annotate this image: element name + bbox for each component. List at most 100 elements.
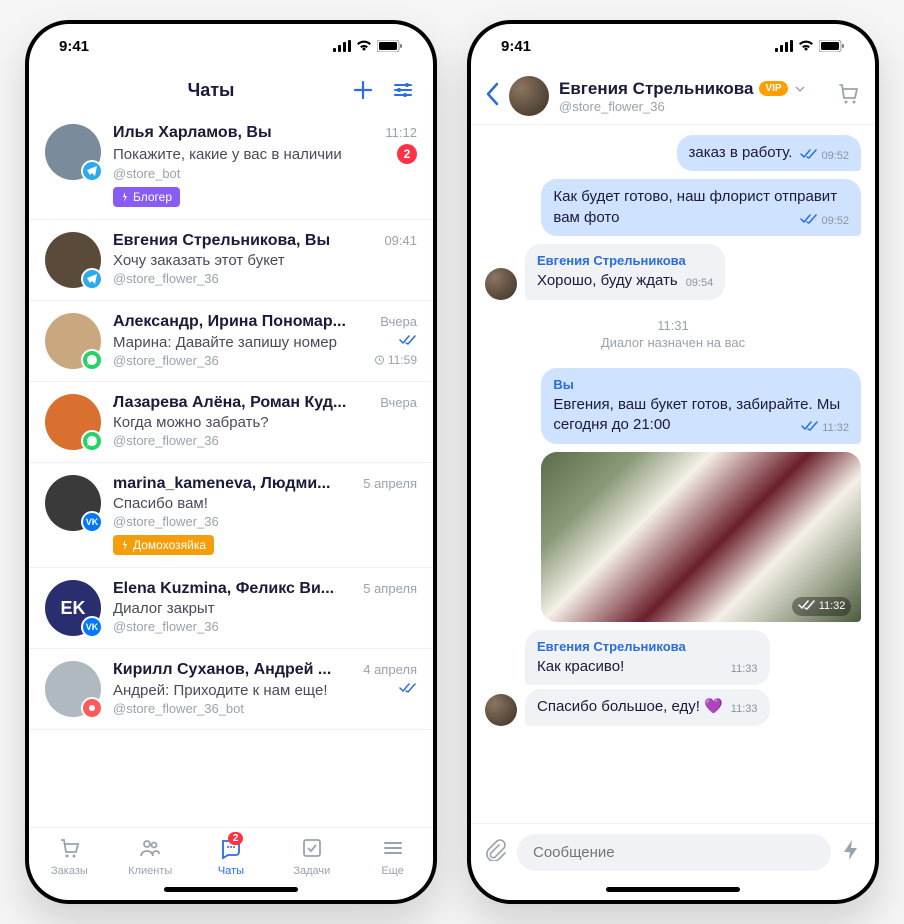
message-out[interactable]: заказ в работу.09:52	[677, 135, 862, 171]
chat-name: Илья Харламов, Вы	[113, 124, 377, 142]
chat-time: 09:41	[384, 233, 417, 248]
nav-item-Еще[interactable]: Еще	[352, 836, 433, 877]
wifi-icon	[356, 40, 372, 52]
chat-tag: Блогер	[113, 187, 180, 207]
chat-body: Евгения Стрельникова, Вы 09:41 Хочу зака…	[113, 232, 417, 288]
contact-avatar[interactable]	[509, 76, 549, 116]
nav-icon	[381, 836, 405, 863]
photo-attachment[interactable]: 11:32	[541, 452, 861, 622]
cart-button[interactable]	[837, 82, 861, 111]
filter-button[interactable]	[389, 76, 417, 104]
status-time: 9:41	[501, 38, 531, 55]
chat-body: marina_kameneva, Людми... 5 апреля Спаси…	[113, 475, 417, 555]
messages-area[interactable]: заказ в работу.09:52 Как будет готово, на…	[471, 125, 875, 823]
read-ticks-icon	[399, 681, 417, 699]
msg-text: Как будет готово, наш флорист отправит в…	[553, 188, 837, 225]
chat-snippet: Спасибо вам!	[113, 495, 417, 512]
nav-icon	[57, 836, 81, 863]
cart-icon	[837, 82, 861, 106]
chat-name: Александр, Ирина Пономар...	[113, 313, 372, 331]
back-button[interactable]	[485, 82, 499, 111]
nav-item-Чаты[interactable]: 2Чаты	[191, 836, 272, 877]
nav-item-Задачи[interactable]: Задачи	[271, 836, 352, 877]
signal-icon	[775, 40, 793, 52]
network-badge	[81, 160, 103, 182]
phone-chat-detail: 9:41 Евгения Стрельникова VIP @store_flo…	[467, 20, 879, 904]
message-in[interactable]: Евгения СтрельниковаХорошо, буду ждать09…	[485, 244, 725, 300]
msg-avatar	[485, 268, 517, 300]
message-out[interactable]: Как будет готово, наш флорист отправит в…	[541, 179, 861, 236]
chat-snippet: Андрей: Приходите к нам еще!	[113, 682, 391, 699]
read-ticks-icon	[800, 213, 818, 230]
chat-item[interactable]: Александр, Ирина Пономар... Вчера Марина…	[29, 301, 433, 382]
status-bar: 9:41	[29, 24, 433, 68]
avatar-wrap	[45, 124, 101, 180]
msg-meta: 11:32	[792, 597, 852, 616]
chat-item[interactable]: Илья Харламов, Вы 11:12 Покажите, какие …	[29, 112, 433, 220]
chat-time: 5 апреля	[363, 476, 417, 491]
bolt-icon	[841, 839, 861, 861]
chat-item[interactable]: Евгения Стрельникова, Вы 09:41 Хочу зака…	[29, 220, 433, 301]
nav-item-Клиенты[interactable]: Клиенты	[110, 836, 191, 877]
msg-meta: 11:33	[731, 662, 758, 677]
chat-handle: @store_flower_36	[113, 353, 219, 368]
avatar-wrap	[45, 661, 101, 717]
chevron-left-icon	[485, 82, 499, 106]
chat-body: Лазарева Алёна, Роман Куд... Вчера Когда…	[113, 394, 417, 450]
chat-list[interactable]: Илья Харламов, Вы 11:12 Покажите, какие …	[29, 112, 433, 827]
msg-text: Хорошо, буду ждать	[537, 272, 678, 289]
status-icons	[333, 40, 403, 52]
chat-name: Лазарева Алёна, Роман Куд...	[113, 394, 372, 412]
new-chat-button[interactable]	[349, 76, 377, 104]
nav-label: Заказы	[51, 865, 88, 877]
home-indicator	[164, 887, 298, 892]
chat-time: Вчера	[380, 395, 417, 410]
msg-meta: 11:32	[801, 420, 849, 437]
avatar-wrap: EK VK	[45, 580, 101, 636]
nav-label: Клиенты	[128, 865, 172, 877]
chat-handle: @store_bot	[113, 166, 180, 181]
nav-label: Еще	[381, 865, 403, 877]
chat-handle: @store_flower_36	[113, 433, 219, 448]
chat-header: Евгения Стрельникова VIP @store_flower_3…	[471, 68, 875, 125]
attach-button[interactable]	[485, 839, 507, 866]
msg-avatar	[485, 694, 517, 726]
message-in[interactable]: Евгения СтрельниковаКак красиво!11:33Спа…	[485, 630, 770, 726]
contact-info[interactable]: Евгения Стрельникова VIP @store_flower_3…	[559, 79, 827, 114]
msg-text: Как красиво!	[537, 658, 624, 675]
chat-handle: @store_flower_36	[113, 619, 219, 634]
msg-meta: 11:33	[731, 702, 758, 717]
paperclip-icon	[485, 839, 507, 861]
chat-snippet: Хочу заказать этот букет	[113, 252, 417, 269]
status-time: 9:41	[59, 38, 89, 55]
battery-icon	[819, 40, 845, 52]
chat-item[interactable]: EK VK Elena Kuzmina, Феликс Ви... 5 апре…	[29, 568, 433, 649]
message-out[interactable]: ВыЕвгения, ваш букет готов, забирайте. М…	[541, 368, 861, 444]
message-photo[interactable]: 11:32	[541, 452, 861, 622]
chat-item[interactable]: VK marina_kameneva, Людми... 5 апреля Сп…	[29, 463, 433, 568]
quick-send-button[interactable]	[841, 839, 861, 866]
system-divider: 11:31Диалог назначен на вас	[485, 318, 861, 350]
network-badge	[81, 697, 103, 719]
chat-item[interactable]: Кирилл Суханов, Андрей ... 4 апреля Андр…	[29, 649, 433, 730]
page-title: Чаты	[85, 80, 337, 101]
chat-time: 4 апреля	[363, 662, 417, 677]
divider-text: Диалог назначен на вас	[485, 335, 861, 350]
vip-badge: VIP	[759, 81, 787, 96]
read-ticks-icon	[801, 420, 819, 437]
chat-handle: @store_flower_36_bot	[113, 701, 244, 716]
avatar-wrap	[45, 394, 101, 450]
msg-text: Спасибо большое, еду! 💜	[537, 698, 723, 715]
chat-handle: @store_flower_36	[113, 271, 219, 286]
message-composer	[471, 823, 875, 881]
chat-name: Евгения Стрельникова, Вы	[113, 232, 376, 250]
msg-meta: 09:54	[686, 276, 714, 291]
avatar-wrap	[45, 313, 101, 369]
network-badge: VK	[81, 616, 103, 638]
message-input[interactable]	[517, 834, 831, 871]
nav-item-Заказы[interactable]: Заказы	[29, 836, 110, 877]
network-badge	[81, 349, 103, 371]
chat-body: Александр, Ирина Пономар... Вчера Марина…	[113, 313, 417, 369]
chat-item[interactable]: Лазарева Алёна, Роман Куд... Вчера Когда…	[29, 382, 433, 463]
chevron-down-icon	[794, 83, 806, 95]
